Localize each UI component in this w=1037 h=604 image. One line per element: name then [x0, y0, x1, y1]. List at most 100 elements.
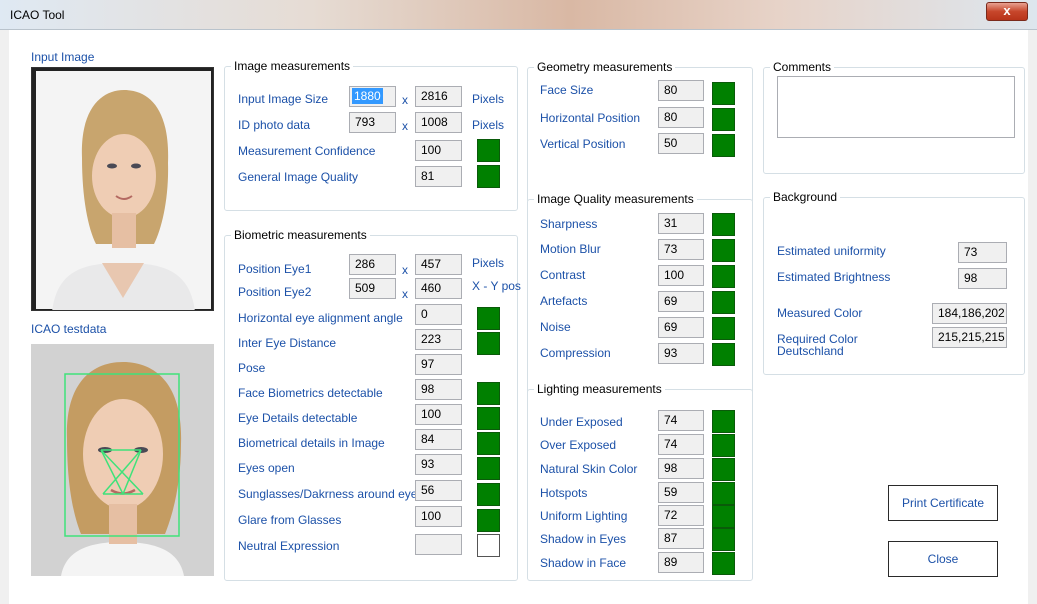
estimated-brightness-field[interactable]: 98 [958, 268, 1007, 289]
pixels-unit: Pixels [472, 256, 505, 270]
uniform-lighting-field[interactable]: 72 [658, 505, 704, 526]
measured-color-label: Measured Color [777, 306, 863, 320]
shadow-in-face-field[interactable]: 89 [658, 552, 704, 573]
noise-field[interactable]: 69 [658, 317, 704, 338]
pixels-unit: Pixels [472, 92, 505, 106]
window-close-icon[interactable]: x [986, 2, 1028, 21]
shadow-in-eyes-indicator [712, 528, 735, 551]
face-size-field[interactable]: 80 [658, 80, 704, 101]
under-exposed-label: Under Exposed [540, 415, 623, 429]
background-group: Background Estimated uniformity 73 Estim… [763, 190, 1025, 375]
input-image-preview [31, 67, 214, 311]
input-image-size-label: Input Image Size [238, 92, 329, 106]
comments-textarea[interactable] [777, 76, 1015, 138]
eyes-open-label: Eyes open [238, 461, 295, 475]
face-biometrics-detectable-field[interactable]: 98 [415, 379, 462, 400]
compression-field[interactable]: 93 [658, 343, 704, 364]
horizontal-eye-alignment-field[interactable]: 0 [415, 304, 462, 325]
noise-indicator [712, 317, 735, 340]
input-image-height-field[interactable]: 2816 [415, 86, 462, 107]
motion-blur-field[interactable]: 73 [658, 239, 704, 260]
artefacts-label: Artefacts [540, 294, 588, 308]
eye-details-detectable-indicator [477, 407, 500, 430]
image-measurements-group: Image measurements Input Image Size 1880… [224, 59, 518, 211]
estimated-uniformity-field[interactable]: 73 [958, 242, 1007, 263]
over-exposed-label: Over Exposed [540, 438, 617, 452]
horizontal-position-indicator [712, 108, 735, 131]
eye2-y-field[interactable]: 460 [415, 278, 462, 299]
lighting-measurements-group: Lighting measurements Under Exposed 74 O… [527, 382, 753, 581]
contrast-label: Contrast [540, 268, 586, 282]
hotspots-indicator [712, 482, 735, 505]
over-exposed-field[interactable]: 74 [658, 434, 704, 455]
horizontal-position-field[interactable]: 80 [658, 107, 704, 128]
horizontal-position-label: Horizontal Position [540, 111, 641, 125]
neutral-expression-field[interactable] [415, 534, 462, 555]
pose-field[interactable]: 97 [415, 354, 462, 375]
sharpness-label: Sharpness [540, 217, 598, 231]
portrait-photo [36, 71, 211, 310]
natural-skin-color-field[interactable]: 98 [658, 458, 704, 479]
close-button[interactable]: Close [888, 541, 998, 577]
shadow-in-face-label: Shadow in Face [540, 556, 627, 570]
sunglasses-field[interactable]: 56 [415, 480, 462, 501]
shadow-in-eyes-field[interactable]: 87 [658, 528, 704, 549]
over-exposed-indicator [712, 434, 735, 457]
face-size-indicator [712, 82, 735, 105]
id-photo-width-field[interactable]: 793 [349, 112, 396, 133]
motion-blur-indicator [712, 239, 735, 262]
compression-indicator [712, 343, 735, 366]
times-separator: x [402, 93, 408, 107]
biometric-measurements-title: Biometric measurements [231, 228, 370, 242]
eye1-y-field[interactable]: 457 [415, 254, 462, 275]
sunglasses-label: Sunglasses/Dakrness around eyes [238, 487, 424, 501]
geometry-measurements-group: Geometry measurements Face Size 80 Horiz… [527, 60, 753, 203]
measured-color-field[interactable]: 184,186,202 [932, 303, 1007, 324]
contrast-field[interactable]: 100 [658, 265, 704, 286]
title-bar[interactable]: ICAO Tool x [0, 0, 1037, 30]
window-title: ICAO Tool [10, 8, 65, 22]
image-quality-measurements-group: Image Quality measurements Sharpness 31 … [527, 192, 753, 399]
measurement-confidence-field[interactable]: 100 [415, 140, 462, 161]
artefacts-indicator [712, 291, 735, 314]
neutral-expression-indicator [477, 534, 500, 557]
eye2-x-field[interactable]: 509 [349, 278, 396, 299]
biometrical-details-field[interactable]: 84 [415, 429, 462, 450]
measurement-confidence-label: Measurement Confidence [238, 144, 376, 158]
under-exposed-field[interactable]: 74 [658, 410, 704, 431]
icao-testdata-preview [31, 344, 214, 576]
print-certificate-button[interactable]: Print Certificate [888, 485, 998, 521]
eye-details-detectable-label: Eye Details detectable [238, 411, 358, 425]
eye1-x-field[interactable]: 286 [349, 254, 396, 275]
measurement-confidence-indicator [477, 139, 500, 162]
shadow-in-face-indicator [712, 552, 735, 575]
natural-skin-color-indicator [712, 458, 735, 481]
testdata-face-photo [31, 344, 214, 576]
image-quality-measurements-title: Image Quality measurements [534, 192, 697, 206]
vertical-position-label: Vertical Position [540, 137, 626, 151]
estimated-brightness-label: Estimated Brightness [777, 270, 891, 284]
general-image-quality-label: General Image Quality [238, 170, 359, 184]
inter-eye-distance-field[interactable]: 223 [415, 329, 462, 350]
input-image-width-field[interactable]: 1880 [349, 86, 396, 107]
glare-from-glasses-field[interactable]: 100 [415, 506, 462, 527]
face-size-label: Face Size [540, 83, 594, 97]
sharpness-field[interactable]: 31 [658, 213, 704, 234]
horizontal-eye-alignment-label: Horizontal eye alignment angle [238, 311, 403, 325]
geometry-measurements-title: Geometry measurements [534, 60, 676, 74]
artefacts-field[interactable]: 69 [658, 291, 704, 312]
general-image-quality-field[interactable]: 81 [415, 166, 462, 187]
comments-group: Comments [763, 60, 1025, 174]
under-exposed-indicator [712, 410, 735, 433]
vertical-position-field[interactable]: 50 [658, 133, 704, 154]
times-separator: x [402, 287, 408, 301]
eye-details-detectable-field[interactable]: 100 [415, 404, 462, 425]
eyes-open-field[interactable]: 93 [415, 454, 462, 475]
required-color-field[interactable]: 215,215,215 [932, 327, 1007, 348]
id-photo-height-field[interactable]: 1008 [415, 112, 462, 133]
uniform-lighting-indicator [712, 505, 735, 528]
eyes-open-indicator [477, 457, 500, 480]
input-image-label: Input Image [31, 50, 95, 64]
image-measurements-title: Image measurements [231, 59, 354, 73]
hotspots-field[interactable]: 59 [658, 482, 704, 503]
